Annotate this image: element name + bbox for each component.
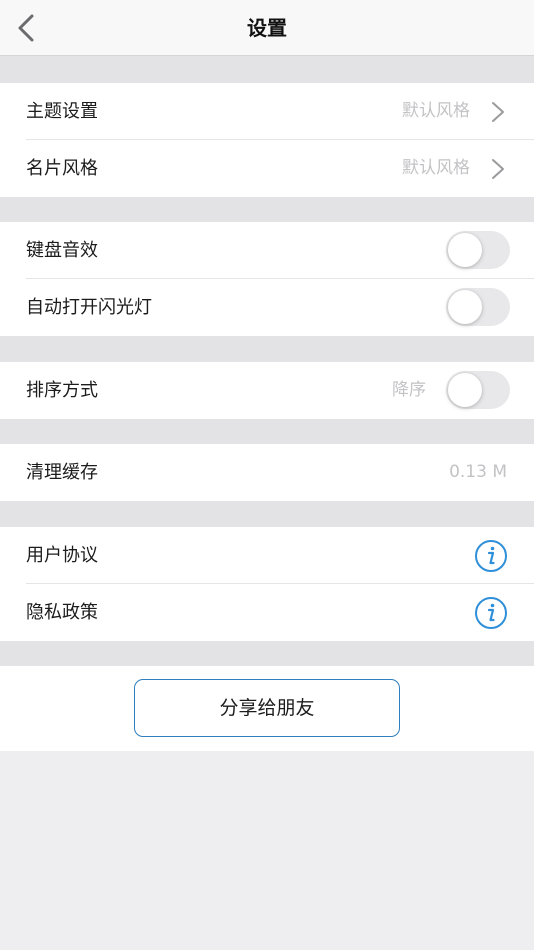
auto-flash-label: 自动打开闪光灯: [26, 297, 152, 318]
user-agreement-row[interactable]: 用户协议: [0, 527, 534, 584]
section-gap: [0, 641, 534, 666]
privacy-policy-label: 隐私政策: [26, 602, 98, 623]
card-style-value: 默认风格: [402, 158, 470, 178]
sort-order-label: 排序方式: [26, 380, 98, 401]
sort-order-toggle[interactable]: [446, 371, 510, 409]
section-gap: [0, 197, 534, 222]
theme-setting-label: 主题设置: [26, 101, 98, 122]
keyboard-sound-toggle[interactable]: [446, 231, 510, 269]
section-gap: [0, 56, 534, 83]
keyboard-sound-label: 键盘音效: [26, 240, 98, 261]
info-icon[interactable]: [474, 539, 508, 573]
section-gap: [0, 419, 534, 444]
chevron-right-icon: [492, 159, 504, 179]
share-to-friends-button[interactable]: 分享给朋友: [134, 679, 400, 737]
privacy-policy-row[interactable]: 隐私政策: [0, 584, 534, 641]
share-section: 分享给朋友: [0, 666, 534, 751]
sort-order-row: 排序方式 降序: [0, 362, 534, 419]
sort-order-value: 降序: [392, 380, 426, 400]
keyboard-sound-row: 键盘音效: [0, 222, 534, 279]
cache-size-value: 0.13 M: [449, 462, 507, 482]
section-gap: [0, 501, 534, 527]
info-icon[interactable]: [474, 596, 508, 630]
section-gap: [0, 336, 534, 362]
navigation-bar: 设置: [0, 0, 534, 56]
theme-setting-value: 默认风格: [402, 101, 470, 121]
clear-cache-row[interactable]: 清理缓存 0.13 M: [0, 444, 534, 501]
card-style-row[interactable]: 名片风格 默认风格: [0, 140, 534, 197]
user-agreement-label: 用户协议: [26, 545, 98, 566]
theme-setting-row[interactable]: 主题设置 默认风格: [0, 83, 534, 140]
clear-cache-label: 清理缓存: [26, 462, 98, 483]
toggle-knob: [448, 290, 482, 324]
auto-flash-row: 自动打开闪光灯: [0, 279, 534, 336]
page-title: 设置: [247, 16, 287, 40]
chevron-right-icon: [492, 102, 504, 122]
auto-flash-toggle[interactable]: [446, 288, 510, 326]
toggle-knob: [448, 373, 482, 407]
toggle-knob: [448, 233, 482, 267]
card-style-label: 名片风格: [26, 158, 98, 179]
